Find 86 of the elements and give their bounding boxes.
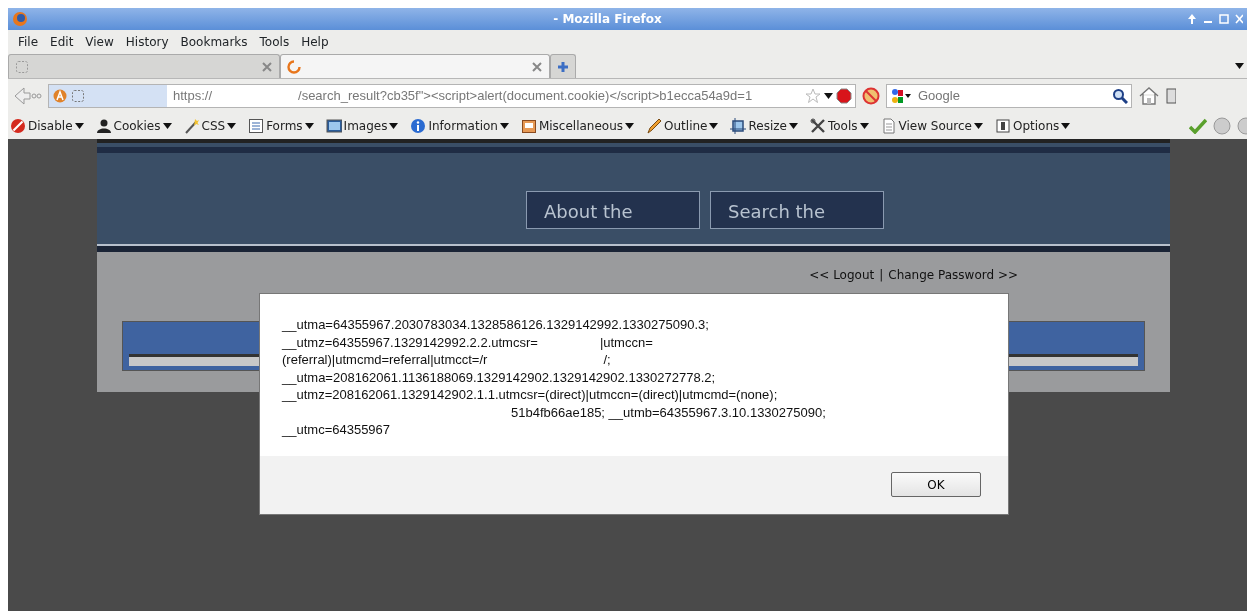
home-icon[interactable] bbox=[1138, 86, 1160, 106]
plus-icon bbox=[557, 60, 569, 73]
menu-item[interactable]: Tools bbox=[253, 32, 296, 51]
stop-icon[interactable] bbox=[836, 88, 852, 104]
wand-icon bbox=[183, 118, 200, 134]
info-icon bbox=[410, 118, 427, 134]
close-icon[interactable] bbox=[531, 60, 543, 73]
url-text: /search_result?cb35f"><script>alert(document.cookie)</script>b1ecca54a9d=1 bbox=[298, 87, 753, 106]
menu-item[interactable]: Bookmarks bbox=[174, 32, 254, 51]
new-tab-button[interactable] bbox=[550, 54, 576, 78]
alert-text: __utmz=208162061.1329142902.1.1.utmcsr=(direct)|utmccn=(direct)|utmcmd=(none); bbox=[282, 386, 778, 404]
toolbar-menu[interactable]: CSS bbox=[183, 117, 241, 135]
alert-text: __utma=208162061.1136188069.1329142902.1329142902.1330272778.2; bbox=[282, 368, 716, 386]
caret-icon bbox=[227, 123, 237, 129]
toolbar-menu[interactable]: Outline bbox=[646, 117, 723, 135]
circle-icon[interactable] bbox=[1213, 117, 1231, 135]
person-icon bbox=[95, 118, 112, 134]
search-box[interactable]: Google bbox=[886, 84, 1132, 108]
caret-icon bbox=[709, 123, 719, 129]
search-icon[interactable] bbox=[1112, 88, 1128, 104]
caret-icon bbox=[1061, 123, 1071, 129]
toolbar-menu[interactable]: Options bbox=[995, 117, 1075, 135]
star-icon[interactable] bbox=[805, 88, 821, 104]
caret-icon bbox=[859, 123, 869, 129]
blocked-icon[interactable] bbox=[862, 87, 880, 105]
form-icon bbox=[248, 118, 265, 134]
options-icon bbox=[995, 118, 1011, 134]
alert-text: /; bbox=[603, 351, 611, 369]
alert-text: __utmc=64355967 bbox=[282, 421, 391, 439]
toolbar-menu[interactable]: Resize bbox=[730, 117, 802, 135]
loading-icon bbox=[287, 59, 301, 74]
ok-button[interactable]: OK bbox=[891, 472, 981, 497]
alert-text: __utmz=64355967.1329142992.2.2.utmcsr= bbox=[282, 333, 538, 351]
disable-icon bbox=[10, 118, 26, 134]
caret-icon bbox=[499, 123, 509, 129]
alert-text: 51b4fb66ae185; __utmb=64355967.3.10.1330275090; bbox=[511, 403, 826, 421]
page-icon bbox=[71, 89, 85, 103]
toolbar-menu[interactable]: View Source bbox=[880, 117, 987, 135]
toolbar-menu[interactable]: Information bbox=[410, 117, 513, 135]
caret-icon bbox=[625, 123, 635, 129]
alert-text: |utmccn= bbox=[599, 333, 653, 351]
pin-icon[interactable] bbox=[1187, 13, 1197, 25]
caret-icon[interactable] bbox=[824, 93, 833, 99]
browser-tab[interactable] bbox=[280, 54, 550, 78]
nav-link[interactable]: Search the bbox=[710, 191, 884, 229]
caret-icon bbox=[389, 123, 399, 129]
toolbar-menu[interactable]: Disable bbox=[10, 117, 88, 135]
url-text: https:// bbox=[173, 87, 213, 106]
check-icon[interactable] bbox=[1189, 118, 1207, 134]
logout-link[interactable]: << Logout bbox=[809, 266, 875, 284]
menu-item[interactable]: Help bbox=[295, 32, 335, 51]
nav-link[interactable]: About the bbox=[526, 191, 700, 229]
maximize-icon[interactable] bbox=[1219, 13, 1229, 25]
alert-text: (referral)|utmcmd=referral|utmcct=/r bbox=[282, 351, 488, 369]
back-icon[interactable] bbox=[12, 85, 42, 107]
toolbar-menu[interactable]: Images bbox=[325, 117, 403, 135]
box-icon bbox=[520, 118, 537, 134]
grid-icon[interactable] bbox=[1166, 87, 1176, 105]
crop-icon bbox=[730, 118, 747, 134]
change-password-link[interactable]: Change Password >> bbox=[888, 266, 1018, 284]
addon-icon bbox=[53, 89, 67, 103]
menu-item[interactable]: Edit bbox=[44, 32, 80, 51]
page-icon bbox=[15, 59, 29, 74]
address-bar[interactable]: https:// /search_result?cb35f"><script>alert(document.cookie)</script>b1ecca54a9d=1 bbox=[48, 84, 856, 108]
menu-item[interactable]: View bbox=[79, 32, 120, 51]
caret-icon[interactable] bbox=[1235, 63, 1244, 69]
caret-icon bbox=[788, 123, 798, 129]
image-icon bbox=[325, 118, 342, 134]
caret-icon bbox=[74, 123, 84, 129]
toolbar-menu[interactable]: Forms bbox=[248, 117, 318, 135]
toolbar-menu[interactable]: Cookies bbox=[95, 117, 176, 135]
tools-icon bbox=[809, 118, 826, 134]
alert-text: __utma=64355967.2030783034.1328586126.1329142992.1330275090.3; bbox=[282, 316, 709, 334]
menu-item[interactable]: File bbox=[12, 32, 45, 51]
separator: | bbox=[879, 267, 884, 284]
caret-icon bbox=[304, 123, 314, 129]
document-icon bbox=[880, 118, 897, 134]
menu-item[interactable]: History bbox=[119, 32, 175, 51]
caret-icon bbox=[162, 123, 172, 129]
toolbar-menu[interactable]: Tools bbox=[809, 117, 873, 135]
toolbar-menu[interactable]: Miscellaneous bbox=[520, 117, 639, 135]
pencil-icon bbox=[646, 118, 663, 134]
browser-tab[interactable] bbox=[8, 54, 280, 78]
caret-icon bbox=[974, 123, 983, 129]
window-title: - Mozilla Firefox bbox=[553, 11, 662, 28]
close-icon[interactable] bbox=[261, 60, 273, 73]
